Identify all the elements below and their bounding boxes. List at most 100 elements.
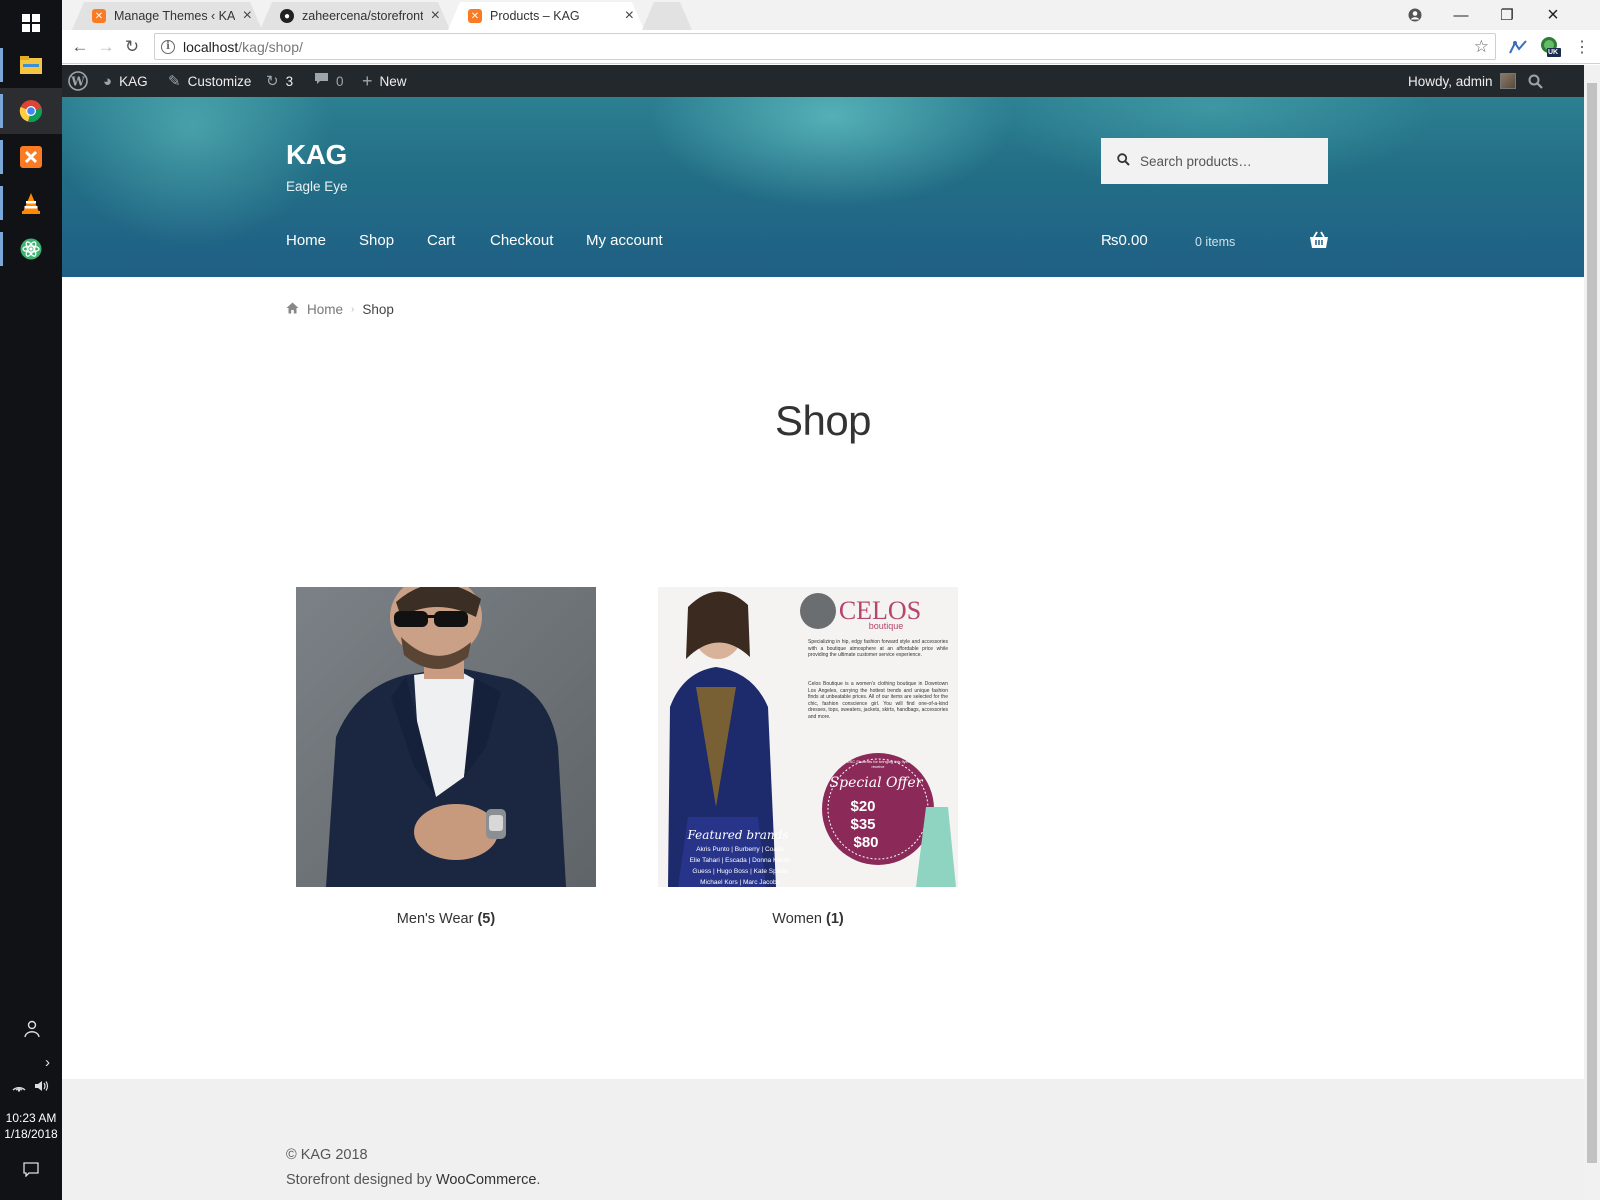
tab-title: zaheercena/storefront: C	[302, 9, 423, 23]
site-tagline: Eagle Eye	[286, 179, 348, 194]
category-count: (1)	[826, 911, 844, 927]
flyer-offer-head: USC Students for bringing this flyer rec…	[846, 759, 910, 769]
taskbar-xampp[interactable]	[0, 134, 62, 180]
page-scrollbar[interactable]	[1584, 65, 1600, 1200]
flyer-offer-3: $80	[853, 834, 878, 851]
admin-bar-search-icon[interactable]	[1528, 65, 1543, 97]
reload-button[interactable]: ↻	[120, 35, 144, 59]
taskbar-file-explorer[interactable]	[0, 42, 62, 88]
cart-total[interactable]: ₨0.00	[1101, 232, 1148, 249]
windows-logo-icon	[22, 14, 40, 32]
new-tab-button[interactable]	[642, 2, 692, 30]
site-title[interactable]: KAG	[286, 139, 347, 171]
flyer-brands-2: Elie Tahari | Escada | Donna Karan	[690, 857, 791, 864]
nav-cart[interactable]: Cart	[427, 232, 455, 249]
xampp-icon	[20, 146, 42, 168]
folder-icon	[20, 56, 42, 74]
comment-icon	[314, 72, 329, 90]
admin-bar-site[interactable]: ◕ KAG	[103, 65, 148, 97]
admin-bar-comments[interactable]: 0	[314, 65, 344, 97]
product-search-input[interactable]: Search products…	[1101, 138, 1328, 184]
category-count: (5)	[477, 911, 496, 927]
tab-github-storefront[interactable]: ● zaheercena/storefront: C ×	[260, 2, 450, 30]
admin-bar-updates[interactable]: ↻ 3	[266, 65, 293, 97]
category-image-mens-wear[interactable]	[296, 587, 596, 887]
restore-button[interactable]: ❐	[1484, 0, 1530, 30]
nav-checkout[interactable]: Checkout	[490, 232, 553, 249]
admin-bar-site-name: KAG	[119, 73, 148, 89]
flyer-offer-title: Special Offer	[830, 775, 924, 791]
footer-credit-prefix: Storefront designed by	[286, 1172, 436, 1188]
comments-count: 0	[336, 73, 344, 89]
people-icon[interactable]	[0, 1020, 62, 1038]
minimize-button[interactable]: —	[1438, 0, 1484, 30]
updates-icon: ↻	[266, 73, 279, 90]
category-image-women[interactable]: CELOS boutique Specializing in hip, edgy…	[658, 587, 958, 887]
admin-bar-new-label: New	[379, 73, 407, 89]
vlc-icon	[22, 193, 40, 214]
taskbar-clock[interactable]: 10:23 AM 1/18/2018	[0, 1110, 62, 1142]
dashboard-icon: ◕	[103, 72, 113, 90]
chrome-menu-icon[interactable]: ⋮	[1570, 35, 1594, 59]
taskbar-chrome[interactable]	[0, 88, 62, 134]
footer-credit-suffix: .	[536, 1172, 541, 1188]
svg-text:W: W	[70, 75, 85, 89]
language-extension-icon[interactable]: UK	[1538, 35, 1562, 59]
flyer-blurb-2: Celos Boutique is a women's clothing bou…	[808, 681, 948, 720]
updates-count: 3	[285, 73, 294, 89]
plus-icon: +	[362, 70, 373, 91]
close-tab-icon[interactable]: ×	[625, 7, 634, 25]
basket-icon[interactable]	[1309, 230, 1329, 250]
category-title-mens-wear[interactable]: Men's Wear (5)	[296, 911, 596, 927]
footer-credit: Storefront designed by WooCommerce.	[286, 1172, 540, 1188]
celos-boutique-flyer: CELOS boutique Specializing in hip, edgy…	[658, 587, 958, 887]
paintbrush-icon: ✎	[168, 73, 181, 90]
breadcrumb-current: Shop	[362, 302, 394, 317]
windows-start-button[interactable]	[0, 0, 62, 46]
tab-manage-themes[interactable]: ✕ Manage Themes ‹ KAG — ×	[72, 2, 262, 30]
breadcrumb: Home › Shop	[286, 302, 394, 317]
address-bar[interactable]: i localhost/kag/shop/ ☆	[154, 33, 1496, 60]
admin-bar-account[interactable]: Howdy, admin	[1408, 65, 1516, 97]
volume-icon[interactable]	[34, 1080, 50, 1095]
category-title-women[interactable]: Women (1)	[658, 911, 958, 927]
bookmark-star-icon[interactable]: ☆	[1474, 37, 1489, 57]
taskbar-vlc[interactable]	[0, 180, 62, 226]
wifi-icon[interactable]	[12, 1080, 26, 1095]
forward-button[interactable]: →	[94, 35, 118, 59]
close-window-button[interactable]: ×	[1530, 0, 1576, 30]
wordpress-logo-icon[interactable]: W	[68, 65, 88, 97]
cart-item-count[interactable]: 0 items	[1195, 235, 1235, 249]
woocommerce-link[interactable]: WooCommerce	[436, 1172, 536, 1188]
admin-bar-customize[interactable]: ✎ Customize	[168, 65, 251, 97]
category-name: Men's Wear	[396, 911, 474, 927]
admin-bar-customize-label: Customize	[187, 73, 252, 89]
close-tab-icon[interactable]: ×	[243, 7, 252, 25]
tab-title: Manage Themes ‹ KAG —	[114, 9, 235, 23]
admin-bar-new[interactable]: + New	[362, 65, 407, 97]
tab-products-kag[interactable]: ✕ Products – KAG ×	[448, 2, 644, 30]
xampp-icon: ✕	[468, 9, 482, 23]
taskbar-atom[interactable]	[0, 226, 62, 272]
nav-shop[interactable]: Shop	[359, 232, 394, 249]
info-icon[interactable]: i	[161, 39, 175, 54]
breadcrumb-home[interactable]: Home	[307, 302, 343, 317]
profile-icon[interactable]	[1392, 0, 1438, 30]
back-button[interactable]: ←	[68, 35, 92, 59]
close-tab-icon[interactable]: ×	[431, 7, 440, 25]
flyer-brands-1: Akris Punto | Burberry | Coach	[696, 846, 784, 853]
nav-home[interactable]: Home	[286, 232, 326, 249]
scrollbar-thumb[interactable]	[1587, 83, 1597, 1163]
nav-my-account[interactable]: My account	[586, 232, 663, 249]
flyer-subbrand: boutique	[869, 621, 904, 631]
extension-icon[interactable]	[1506, 35, 1530, 59]
site-footer: © KAG 2018 Storefront designed by WooCom…	[62, 1079, 1584, 1200]
xampp-icon: ✕	[92, 9, 106, 23]
site-header: KAG Eagle Eye Search products… Home Shop…	[62, 97, 1584, 277]
category-name: Women	[772, 911, 822, 927]
atom-icon	[20, 238, 42, 260]
show-hidden-icons-chevron-icon[interactable]: ›	[0, 1054, 62, 1071]
flyer-blurb-1: Specializing in hip, edgy fashion forwar…	[808, 639, 948, 658]
action-center-icon[interactable]	[0, 1162, 62, 1177]
man-in-suit-photo	[296, 587, 596, 887]
